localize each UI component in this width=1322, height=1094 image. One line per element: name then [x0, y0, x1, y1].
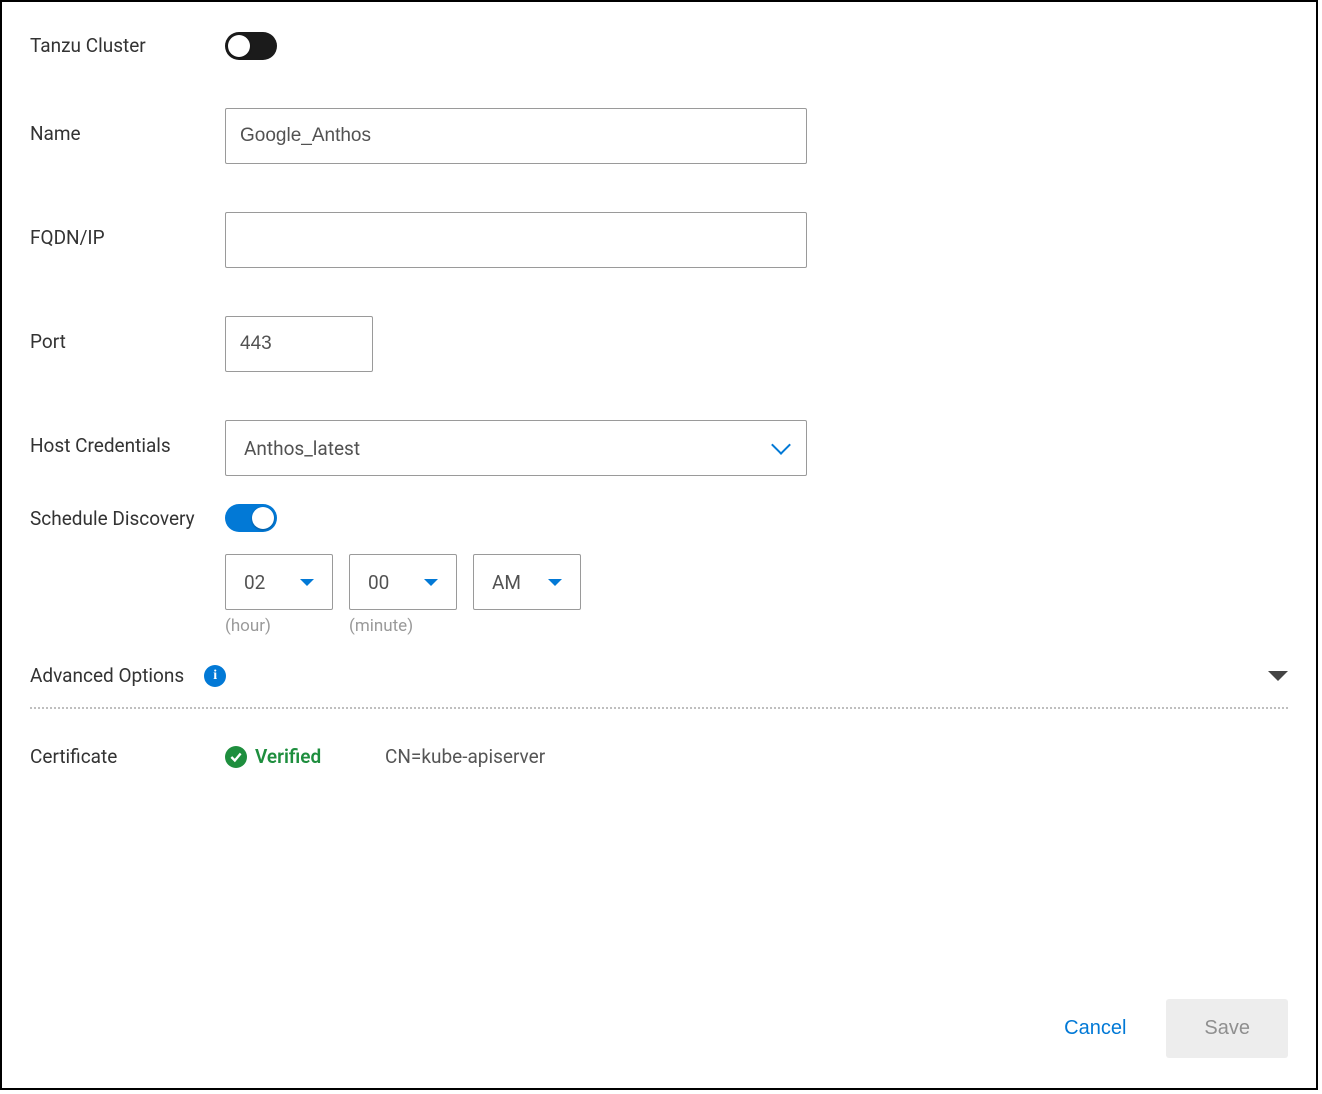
name-input[interactable] — [225, 108, 807, 164]
row-port: Port — [30, 316, 1288, 372]
toggle-knob — [252, 507, 274, 529]
ampm-value: AM — [492, 571, 521, 594]
host-credentials-value: Anthos_latest — [244, 437, 360, 460]
footer-actions: Cancel Save — [1064, 999, 1288, 1058]
label-host-credentials: Host Credentials — [30, 420, 225, 457]
schedule-discovery-toggle[interactable] — [225, 504, 277, 532]
row-host-credentials: Host Credentials Anthos_latest — [30, 420, 1288, 476]
save-button[interactable]: Save — [1166, 999, 1288, 1058]
fqdn-input[interactable] — [225, 212, 807, 268]
section-divider — [30, 707, 1288, 709]
chevron-down-icon — [424, 579, 438, 586]
row-schedule-discovery: Schedule Discovery 02 (hour) 00 — [30, 504, 1288, 636]
label-name: Name — [30, 108, 225, 145]
minute-select[interactable]: 00 — [349, 554, 457, 610]
port-input[interactable] — [225, 316, 373, 372]
ctrl-tanzu-cluster — [225, 32, 1288, 60]
toggle-knob — [228, 35, 250, 57]
form-frame: Tanzu Cluster Name FQDN/IP Port Host Cre… — [0, 0, 1318, 1090]
chevron-down-icon — [300, 579, 314, 586]
chevron-down-icon — [771, 435, 791, 455]
row-fqdn: FQDN/IP — [30, 212, 1288, 268]
certificate-status-text: Verified — [255, 745, 321, 768]
expand-icon[interactable] — [1268, 671, 1288, 681]
minute-caption: (minute) — [349, 616, 457, 636]
label-schedule-discovery: Schedule Discovery — [30, 504, 225, 533]
row-certificate: Certificate Verified CN=kube-apiserver — [30, 745, 1288, 768]
ampm-select[interactable]: AM — [473, 554, 581, 610]
minute-group: 00 (minute) — [349, 554, 457, 636]
label-port: Port — [30, 316, 225, 353]
certificate-status: Verified — [225, 745, 385, 768]
certificate-detail: CN=kube-apiserver — [385, 745, 545, 768]
ctrl-port — [225, 316, 1288, 372]
row-name: Name — [30, 108, 1288, 164]
hour-value: 02 — [244, 571, 265, 594]
info-icon[interactable]: i — [204, 665, 226, 687]
hour-group: 02 (hour) — [225, 554, 333, 636]
label-tanzu-cluster: Tanzu Cluster — [30, 32, 225, 57]
ctrl-name — [225, 108, 1288, 164]
label-certificate: Certificate — [30, 745, 225, 768]
chevron-down-icon — [548, 579, 562, 586]
label-fqdn: FQDN/IP — [30, 212, 225, 249]
hour-select[interactable]: 02 — [225, 554, 333, 610]
check-circle-icon — [225, 746, 247, 768]
label-advanced-options: Advanced Options — [30, 664, 184, 687]
cancel-button[interactable]: Cancel — [1064, 1017, 1126, 1040]
tanzu-cluster-toggle[interactable] — [225, 32, 277, 60]
row-tanzu-cluster: Tanzu Cluster — [30, 32, 1288, 60]
ctrl-schedule-discovery: 02 (hour) 00 (minute) AM — [225, 504, 1288, 636]
hour-caption: (hour) — [225, 616, 333, 636]
ctrl-host-credentials: Anthos_latest — [225, 420, 1288, 476]
host-credentials-select[interactable]: Anthos_latest — [225, 420, 807, 476]
minute-value: 00 — [368, 571, 389, 594]
time-row: 02 (hour) 00 (minute) AM — [225, 554, 1288, 636]
row-advanced-options: Advanced Options i — [30, 664, 1288, 687]
ctrl-fqdn — [225, 212, 1288, 268]
adv-left: Advanced Options i — [30, 664, 226, 687]
ampm-group: AM — [473, 554, 581, 636]
